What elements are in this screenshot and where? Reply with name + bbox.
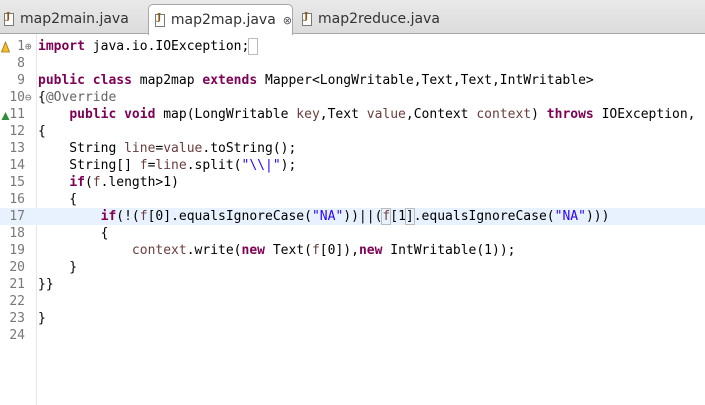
line-number: 8	[17, 56, 25, 71]
line-number: 11	[9, 107, 25, 122]
code-text[interactable]: import java.io.IOException;	[38, 38, 259, 55]
code-text[interactable]: context.write(new Text(f[0]),new IntWrit…	[38, 242, 516, 259]
line-number: 9	[17, 73, 25, 88]
code-text[interactable]: {	[38, 123, 46, 140]
line-number: 18	[9, 226, 25, 241]
editor-tab-bar: map2main.java map2map.java ⊗ map2reduce.…	[0, 0, 705, 35]
code-text[interactable]: public class map2map extends Mapper<Long…	[38, 72, 594, 89]
code-line[interactable]: 8	[0, 55, 705, 72]
code-text[interactable]: {@Override	[38, 89, 116, 106]
code-text[interactable]: }}	[38, 276, 54, 293]
code-line[interactable]: 14 String[] f=line.split("\\|");	[0, 157, 705, 174]
line-number: 12	[9, 124, 25, 139]
line-number: 21	[9, 277, 25, 292]
tab-label: map2main.java	[20, 11, 129, 27]
code-line[interactable]: 23}	[0, 310, 705, 327]
code-line[interactable]: 16 {	[0, 191, 705, 208]
tab-map2main[interactable]: map2main.java	[4, 4, 129, 34]
close-tab-icon[interactable]: ⊗	[283, 14, 292, 27]
code-text[interactable]: String[] f=line.split("\\|");	[38, 157, 296, 174]
line-number: 14	[9, 158, 25, 173]
code-text[interactable]: {	[38, 225, 109, 242]
code-line[interactable]: 22	[0, 293, 705, 310]
code-line[interactable]: 1 ⊕ import java.io.IOException;	[0, 38, 705, 55]
tab-map2map[interactable]: map2map.java ⊗	[148, 4, 293, 35]
tab-label: map2map.java	[170, 12, 276, 28]
code-text[interactable]: if(!(f[0].equalsIgnoreCase("NA"))||(f[1]…	[38, 208, 609, 225]
code-text[interactable]: }	[38, 259, 77, 276]
line-number: 16	[9, 192, 25, 207]
line-number: 1	[17, 39, 25, 54]
code-line[interactable]: 11 public void map(LongWritable key,Text…	[0, 106, 705, 123]
code-line[interactable]: 10 ⊖ {@Override	[0, 89, 705, 106]
line-number: 13	[9, 141, 25, 156]
line-number: 17	[9, 209, 25, 224]
code-text[interactable]: public void map(LongWritable key,Text va…	[38, 106, 695, 123]
line-number: 15	[9, 175, 25, 190]
code-text[interactable]: if(f.length>1)	[38, 174, 179, 191]
code-line[interactable]: 18 {	[0, 225, 705, 242]
line-number: 23	[9, 311, 25, 326]
code-line[interactable]: 17 if(!(f[0].equalsIgnoreCase("NA"))||(f…	[0, 208, 705, 225]
code-line[interactable]: 21}}	[0, 276, 705, 293]
code-line[interactable]: 12 {	[0, 123, 705, 140]
tab-map2reduce[interactable]: map2reduce.java	[302, 4, 440, 34]
java-file-icon	[4, 12, 14, 26]
tab-label: map2reduce.java	[318, 11, 440, 27]
code-line[interactable]: 15 if(f.length>1)	[0, 174, 705, 191]
code-text[interactable]: String line=value.toString();	[38, 140, 296, 157]
line-number: 19	[9, 243, 25, 258]
expand-fold-icon[interactable]: ⊕	[25, 38, 32, 55]
java-file-icon	[155, 13, 165, 27]
line-number: 22	[9, 294, 25, 309]
java-file-icon	[302, 12, 312, 26]
line-number: 10	[9, 90, 25, 105]
code-line[interactable]: 20 }	[0, 259, 705, 276]
code-line[interactable]: 19 context.write(new Text(f[0]),new IntW…	[0, 242, 705, 259]
code-text[interactable]: }	[38, 310, 46, 327]
line-number: 24	[9, 328, 25, 343]
collapse-fold-icon[interactable]: ⊖	[25, 89, 32, 106]
code-text[interactable]: {	[38, 191, 77, 208]
code-line[interactable]: 9 public class map2map extends Mapper<Lon…	[0, 72, 705, 89]
code-line[interactable]: 13 String line=value.toString();	[0, 140, 705, 157]
code-line[interactable]: 24	[0, 327, 705, 344]
code-editor[interactable]: 1 ⊕ import java.io.IOException; 8 9 public c…	[0, 38, 705, 344]
line-number: 20	[9, 260, 25, 275]
